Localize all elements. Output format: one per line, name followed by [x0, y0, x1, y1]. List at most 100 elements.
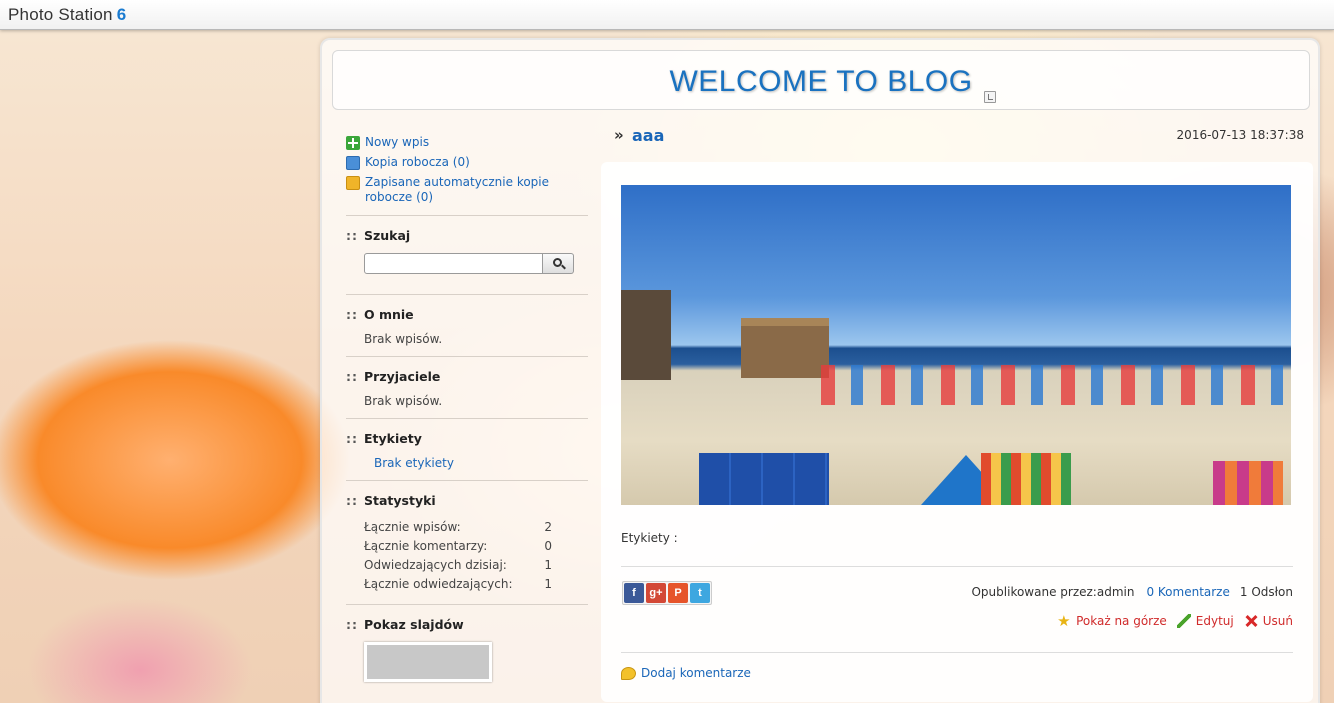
delete-icon: [1244, 614, 1258, 628]
post-meta: Opublikowane przez:admin 0 Komentarze 1 Od…: [971, 585, 1293, 599]
sidebar: Nowy wpis Kopia robocza (0) Zapisane aut…: [346, 135, 588, 682]
show-on-top-button[interactable]: ★ Pokaż na górze: [1057, 612, 1167, 630]
app-title: Photo Station 6: [8, 5, 126, 25]
new-post-label: Nowy wpis: [365, 135, 430, 149]
photo-beach-bar: [741, 318, 829, 378]
search-input[interactable]: [364, 253, 543, 274]
friends-text: Brak wpisów.: [364, 394, 443, 408]
friends-section-title: :: Przyjaciele: [346, 369, 588, 384]
friends-title-label: Przyjaciele: [364, 369, 441, 384]
search-section-title: :: Szukaj: [346, 228, 588, 243]
section-bullet-icon: ::: [346, 228, 358, 243]
new-post-link[interactable]: Nowy wpis: [346, 135, 588, 150]
stats-section-title: :: Statystyki: [346, 493, 588, 508]
photo-windbreak: [981, 453, 1071, 505]
photo-building: [621, 290, 671, 380]
post-card: Etykiety : f g+ P t Opublikowane przez:a…: [601, 162, 1313, 702]
stat-value: 2: [544, 520, 552, 534]
drafts-link[interactable]: Kopia robocza (0): [346, 155, 588, 170]
add-comment-label: Dodaj komentarze: [641, 666, 751, 680]
share-buttons: f g+ P t: [622, 581, 712, 605]
section-bullet-icon: ::: [346, 369, 358, 384]
about-section-title: :: O mnie: [346, 307, 588, 322]
section-bullet-icon: ::: [346, 493, 358, 508]
edit-header-icon[interactable]: [984, 91, 996, 103]
plurk-icon[interactable]: P: [668, 583, 688, 603]
slideshow-thumbnail[interactable]: [364, 642, 492, 682]
view-count: 1 Odsłon: [1239, 585, 1293, 599]
divider: [346, 418, 588, 419]
divider: [346, 215, 588, 216]
divider: [346, 604, 588, 605]
comments-link[interactable]: 0 Komentarze: [1146, 585, 1229, 599]
divider: [346, 480, 588, 481]
search-button[interactable]: [543, 253, 574, 274]
post-header: » aaa 2016-07-13 18:37:38: [614, 126, 1304, 146]
about-title-label: O mnie: [364, 307, 414, 322]
autosaved-drafts-label: Zapisane automatycznie kopie robocze (0): [365, 175, 550, 204]
delete-button[interactable]: Usuń: [1244, 614, 1293, 628]
about-text: Brak wpisów.: [364, 332, 443, 346]
tags-title-label: Etykiety: [364, 431, 422, 446]
slideshow-title-label: Pokaz slajdów: [364, 617, 464, 632]
stat-label: Łącznie wpisów:: [364, 520, 461, 534]
stats-row: Łącznie komentarzy: 0: [364, 537, 570, 556]
show-on-top-label: Pokaż na górze: [1076, 614, 1167, 628]
add-icon: [346, 136, 360, 150]
search-title-label: Szukaj: [364, 228, 411, 243]
tags-section-title: :: Etykiety: [346, 431, 588, 446]
stats-row: Łącznie wpisów: 2: [364, 518, 570, 537]
post-title[interactable]: aaa: [632, 126, 664, 145]
stat-value: 1: [544, 577, 552, 591]
photo-beach-umbrellas: [821, 365, 1291, 405]
post-photo[interactable]: [621, 185, 1291, 505]
post-tags: Etykiety :: [621, 531, 678, 545]
section-bullet-icon: ::: [346, 431, 358, 446]
post-actions: ★ Pokaż na górze Edytuj Usuń: [1057, 612, 1293, 630]
blog-header: WELCOME TO BLOG: [332, 50, 1310, 110]
divider: [621, 652, 1293, 653]
autosaved-drafts-link[interactable]: Zapisane automatycznie kopie robocze (0): [346, 175, 588, 205]
facebook-icon[interactable]: f: [624, 583, 644, 603]
stat-label: Łącznie komentarzy:: [364, 539, 488, 553]
double-chevron-icon: »: [614, 126, 624, 144]
top-bar: Photo Station 6: [0, 0, 1334, 30]
published-by: Opublikowane przez:admin: [971, 585, 1135, 599]
section-bullet-icon: ::: [346, 307, 358, 322]
star-icon: ★: [1057, 612, 1071, 630]
search-icon-handle: [561, 264, 566, 270]
delete-label: Usuń: [1262, 614, 1293, 628]
photo-windbreak: [1213, 461, 1283, 505]
stats-table: Łącznie wpisów: 2 Łącznie komentarzy: 0 …: [364, 518, 570, 594]
google-plus-icon[interactable]: g+: [646, 583, 666, 603]
stat-value: 1: [544, 558, 552, 572]
pencil-icon: [1176, 614, 1191, 628]
stats-title-label: Statystyki: [364, 493, 436, 508]
folder-icon: [346, 176, 360, 190]
stats-row: Łącznie odwiedzających: 1: [364, 575, 570, 594]
drafts-label: Kopia robocza (0): [365, 155, 470, 169]
divider: [346, 294, 588, 295]
stat-label: Łącznie odwiedzających:: [364, 577, 513, 591]
edit-label: Edytuj: [1195, 614, 1234, 628]
stat-value: 0: [544, 539, 552, 553]
blog-title: WELCOME TO BLOG: [669, 65, 973, 98]
add-comment-link[interactable]: Dodaj komentarze: [621, 666, 751, 680]
stats-row: Odwiedzających dzisiaj: 1: [364, 556, 570, 575]
divider: [621, 566, 1293, 567]
divider: [346, 356, 588, 357]
twitter-icon[interactable]: t: [690, 583, 710, 603]
stat-label: Odwiedzających dzisiaj:: [364, 558, 507, 572]
section-bullet-icon: ::: [346, 617, 358, 632]
edit-button[interactable]: Edytuj: [1176, 614, 1234, 628]
search-box: [346, 253, 588, 274]
slideshow-section-title: :: Pokaz slajdów: [346, 617, 588, 632]
app-version: 6: [116, 5, 127, 24]
blog-panel: WELCOME TO BLOG Nowy wpis Kopia robocza …: [320, 38, 1320, 703]
app-name: Photo Station: [8, 5, 113, 24]
photo-windbreak: [699, 453, 829, 505]
comment-bubble-icon: [621, 666, 636, 680]
draft-icon: [346, 156, 360, 170]
post-date: 2016-07-13 18:37:38: [1176, 128, 1304, 142]
no-tags-link[interactable]: Brak etykiety: [346, 456, 588, 470]
